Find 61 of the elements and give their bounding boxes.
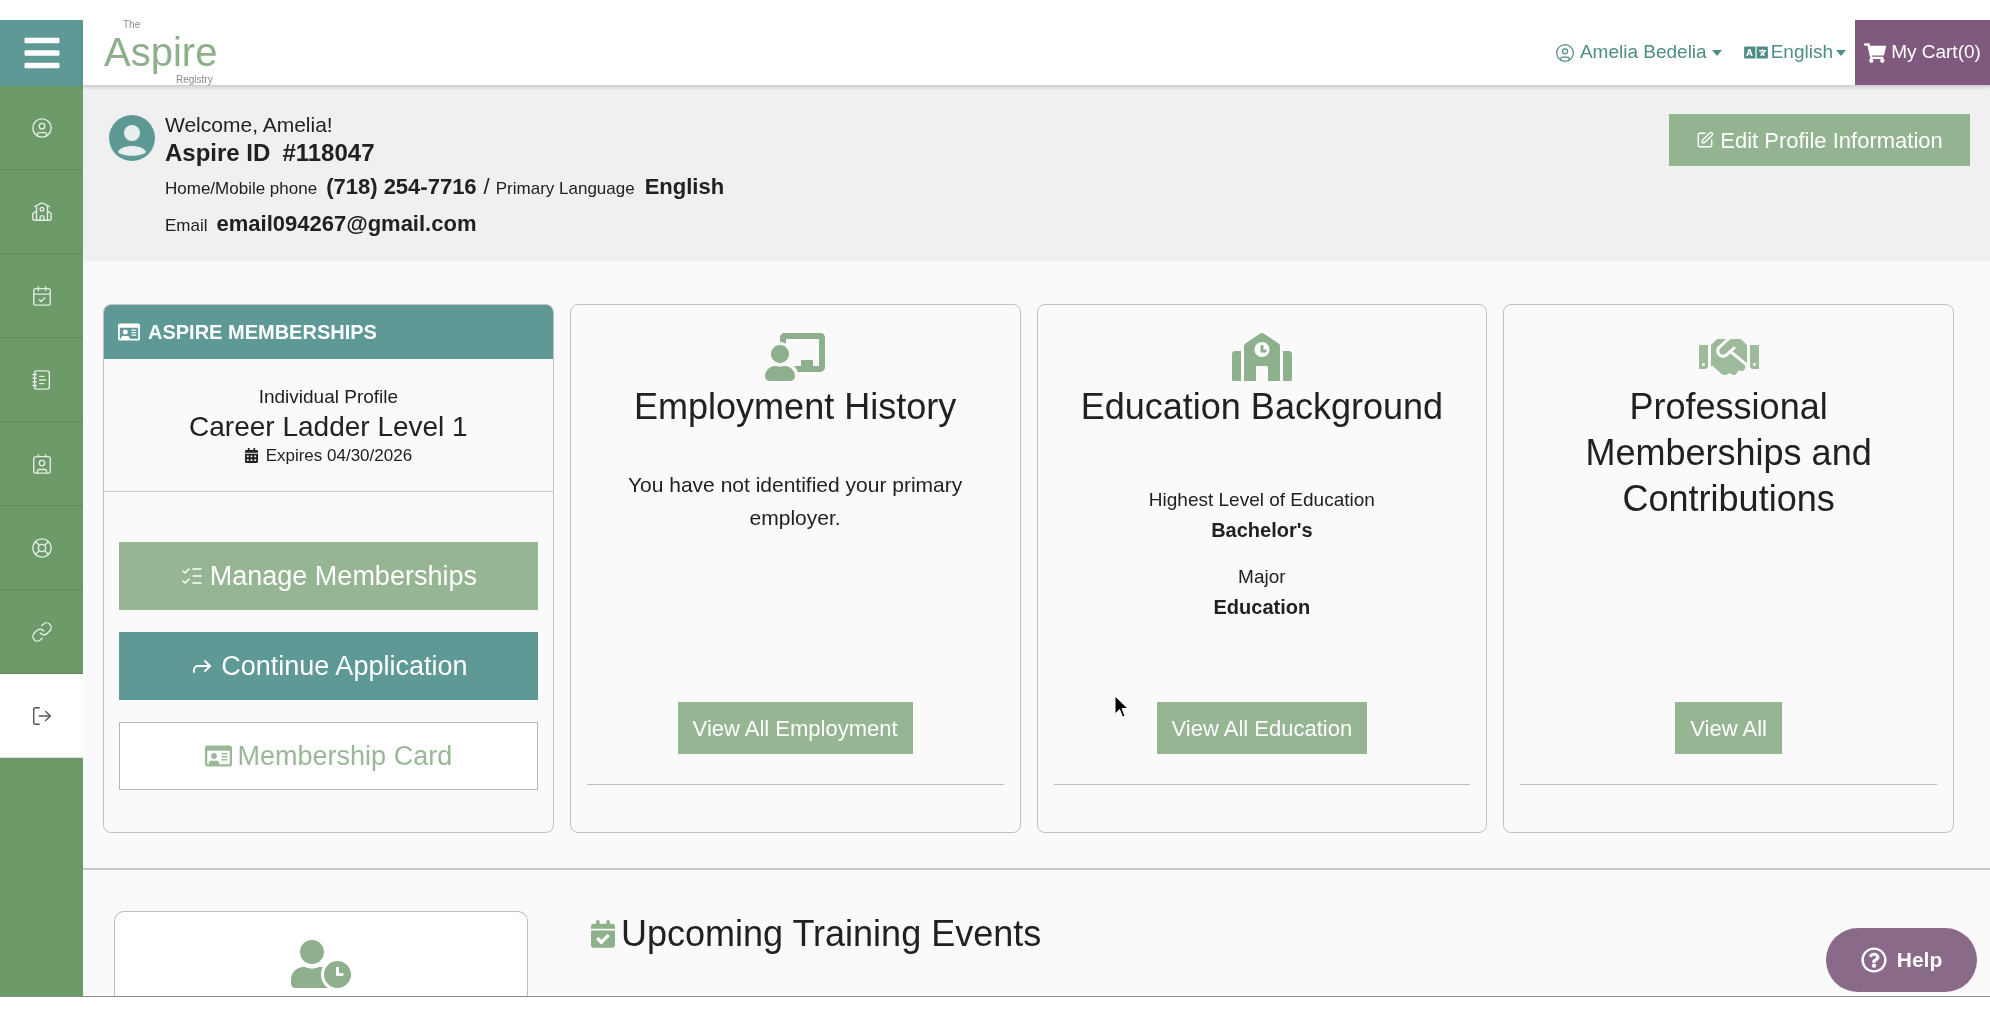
aspire-id-value: #118047 — [282, 138, 375, 167]
link-icon — [30, 620, 53, 643]
expiry-date-text: Expires 04/30/2026 — [265, 444, 413, 467]
separator-text: / — [483, 173, 490, 201]
section-title: Education Background — [1080, 385, 1443, 430]
id-card-icon — [118, 322, 140, 343]
lifebuoy-icon — [30, 536, 53, 559]
avatar-icon — [109, 115, 155, 161]
cart-button[interactable]: My Cart(0) — [1855, 20, 1990, 85]
language-menu-button[interactable]: English — [1743, 20, 1846, 85]
caret-down-icon — [1836, 49, 1846, 56]
section-message: You have not identified your primary employer. — [627, 472, 964, 532]
view-all-button[interactable]: View All — [1675, 702, 1782, 755]
user-clock-icon — [291, 940, 351, 988]
email-value: email094267@gmail.com — [216, 210, 477, 238]
edit-icon — [1696, 131, 1715, 149]
phone-value: (718) 254-7716 — [326, 173, 477, 201]
membership-action-button[interactable]: Manage Memberships — [119, 542, 538, 611]
help-button[interactable]: Help — [1826, 928, 1977, 992]
membership-level-text: Career Ladder Level 1 — [189, 409, 468, 443]
edit-profile-button[interactable]: Edit Profile Information — [1669, 114, 1970, 166]
caret-down-icon — [1711, 49, 1722, 56]
training-title: Upcoming Training Events — [621, 912, 1042, 956]
aspire-id-label: Aspire ID — [165, 138, 271, 167]
field-value: Education — [1213, 595, 1311, 621]
email-label: Email — [165, 215, 208, 237]
logo-prefix: The — [123, 20, 142, 30]
calendar-check-icon — [591, 920, 615, 948]
logo-wordmark: Aspire — [104, 30, 218, 75]
user-menu-button[interactable]: Amelia Bedelia — [1554, 20, 1722, 85]
teacher-at-board-icon — [765, 333, 826, 382]
profile-type-text: Individual Profile — [258, 384, 399, 409]
user-circle-icon — [30, 116, 53, 139]
school-building-icon — [1231, 333, 1292, 382]
menu-button[interactable] — [0, 20, 83, 86]
welcome-text: Welcome, Amelia! — [165, 112, 334, 138]
calendar-check-icon — [30, 284, 53, 307]
section-title: Employment History — [634, 385, 957, 430]
contact-card-icon — [30, 452, 53, 475]
field-value: Bachelor's — [1211, 518, 1313, 544]
user-circle-icon — [1554, 42, 1575, 63]
card-title: ASPIRE MEMBERSHIPS — [148, 320, 377, 346]
mouse-pointer-icon — [1114, 695, 1130, 719]
phone-label: Home/Mobile phone — [165, 178, 318, 200]
field-label: Major — [1238, 565, 1286, 590]
school-building-icon — [30, 200, 53, 223]
membership-action-button[interactable]: Membership Card — [119, 722, 538, 791]
field-label: Highest Level of Education — [1148, 488, 1375, 513]
calendar-icon — [244, 448, 258, 464]
help-icon — [1860, 947, 1887, 973]
view-all-button[interactable]: View All Employment — [677, 702, 913, 755]
logo-subtitle: Registry — [176, 75, 214, 85]
logout-icon — [30, 704, 53, 727]
section-title: Professional Memberships and Contributions — [1584, 385, 1873, 522]
primary-language-value: English — [644, 173, 725, 201]
cart-icon — [1864, 42, 1887, 63]
notebook-icon — [30, 368, 53, 391]
primary-language-label: Primary Language — [495, 178, 635, 200]
id-card-icon — [204, 744, 232, 769]
view-all-button[interactable]: View All Education — [1156, 702, 1368, 755]
membership-action-button[interactable]: Continue Application — [119, 632, 538, 701]
